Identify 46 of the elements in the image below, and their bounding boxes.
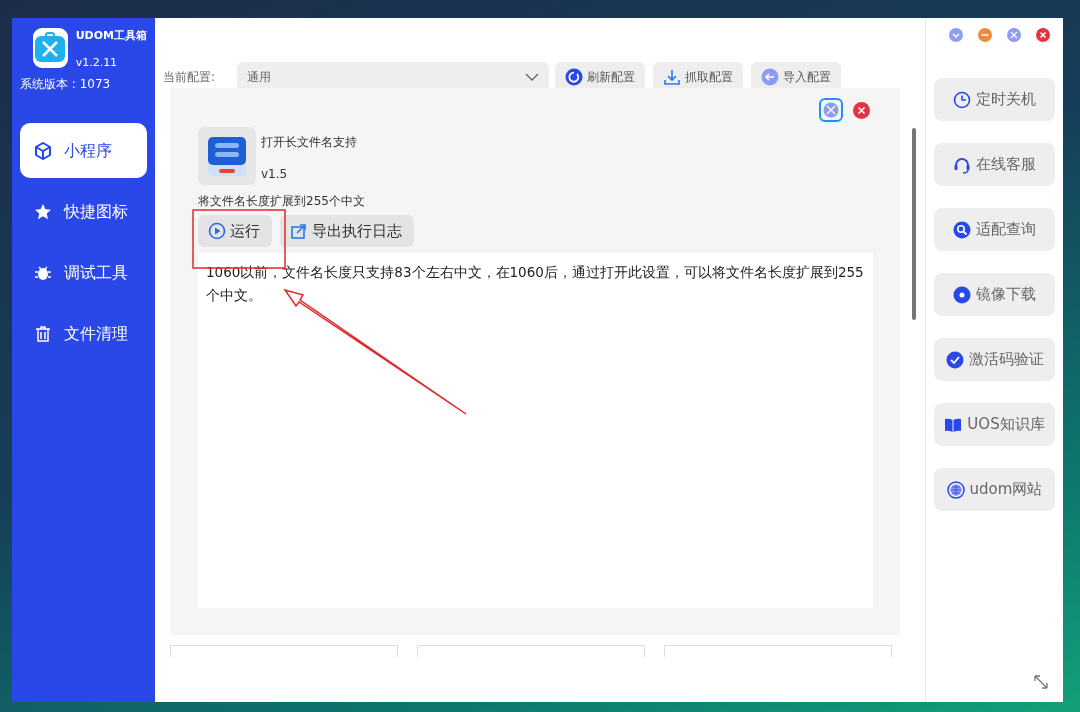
- close-icon[interactable]: [1035, 27, 1051, 43]
- side-button[interactable]: 激活码验证: [934, 338, 1055, 381]
- scrollbar[interactable]: [912, 128, 916, 320]
- side-button[interactable]: 定时关机: [934, 78, 1055, 121]
- program-version: v1.5: [261, 166, 288, 183]
- action-button[interactable]: 导出执行日志: [280, 215, 414, 247]
- nav-item[interactable]: 小程序: [20, 123, 147, 178]
- nav-item[interactable]: 调试工具: [20, 245, 147, 300]
- maximize-icon[interactable]: [1006, 27, 1022, 43]
- download-icon: [663, 68, 681, 86]
- program-title: 打开长文件名支持: [261, 134, 357, 151]
- dropdown-icon[interactable]: [948, 27, 964, 43]
- side-button[interactable]: 镜像下载: [934, 273, 1055, 316]
- side-button[interactable]: 在线客服: [934, 143, 1055, 186]
- output-text: 1060以前，文件名长度只支持83个左右中文，在1060后，通过打开此设置，可以将文件名长度扩展到255个中文。: [198, 253, 873, 608]
- disc-icon: [953, 285, 971, 304]
- resize-icon[interactable]: [1033, 674, 1049, 690]
- trash-icon: [34, 324, 52, 343]
- cube-icon: [34, 141, 52, 160]
- nav-item[interactable]: 文件清理: [20, 306, 147, 361]
- bug-icon: [34, 263, 52, 282]
- side-button[interactable]: udom网站: [934, 468, 1055, 511]
- clock-icon: [953, 90, 971, 109]
- chevron-down-icon: [525, 73, 539, 81]
- checkmark-icon: [945, 350, 964, 369]
- headset-icon: [953, 155, 971, 174]
- globe-icon: [946, 480, 965, 499]
- nav-item[interactable]: 快捷图标: [20, 184, 147, 239]
- config-label: 当前配置:: [163, 69, 217, 86]
- app-version: v1.2.11: [75, 54, 119, 71]
- app-logo-icon: [33, 28, 68, 68]
- action-button[interactable]: 运行: [198, 215, 272, 247]
- side-button[interactable]: 适配查询: [934, 208, 1055, 251]
- play-icon: [208, 222, 226, 240]
- program-icon: [198, 127, 256, 185]
- system-version: 系统版本 : 1073: [20, 76, 112, 93]
- close-icon[interactable]: [853, 101, 870, 119]
- search-icon: [953, 220, 971, 239]
- app-name: UDOM工具箱: [75, 28, 147, 44]
- program-description: 将文件名长度扩展到255个中文: [198, 193, 365, 210]
- export-icon: [290, 222, 308, 240]
- star-icon: [34, 202, 52, 221]
- refresh-icon: [565, 68, 583, 86]
- fullscreen-icon[interactable]: [819, 98, 843, 122]
- minimize-icon[interactable]: [977, 27, 993, 43]
- side-button[interactable]: UOS知识库: [934, 403, 1055, 446]
